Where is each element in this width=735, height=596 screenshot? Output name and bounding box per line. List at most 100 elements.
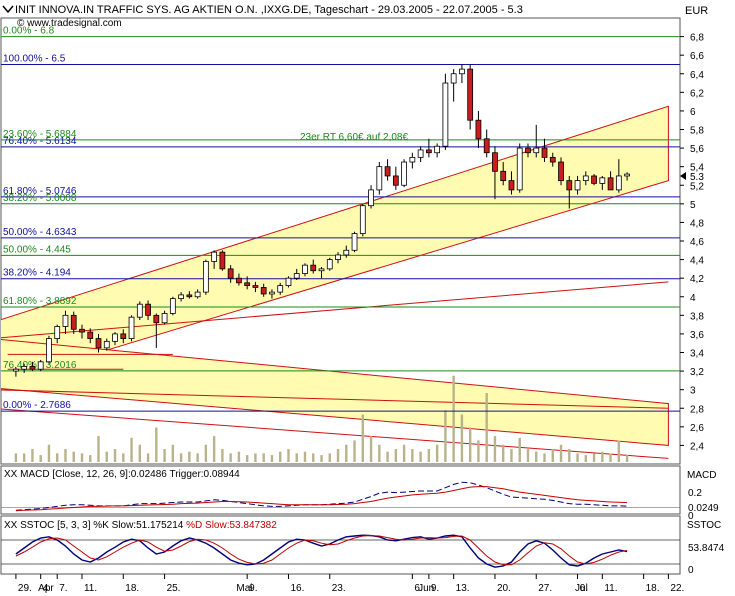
candle (161, 313, 168, 324)
y-tick-label: 5,8 (690, 126, 704, 137)
candle (37, 361, 44, 370)
macd-tick-02: 0.2 (688, 488, 702, 499)
candle (112, 333, 118, 342)
volume-bar (196, 453, 199, 462)
volume-bar (72, 451, 75, 462)
y-tick-label: 6 (690, 107, 696, 118)
y-tick-label: 2,4 (690, 441, 704, 452)
volume-bar (237, 451, 241, 462)
x-tick-label: 20. (497, 583, 511, 594)
candle (591, 175, 597, 184)
volume-bar (39, 455, 42, 462)
volume-bar (155, 427, 158, 462)
volume-bar (113, 449, 117, 462)
volume-bar (97, 436, 100, 462)
volume-bar (22, 453, 26, 462)
candle (244, 282, 251, 286)
fib-label: 76.40% - 5.6134 (3, 136, 77, 147)
volume-bar (369, 436, 373, 462)
last-price-marker (680, 171, 686, 180)
volume-bar (576, 453, 579, 462)
candle (62, 314, 69, 327)
volume-bar (221, 449, 224, 462)
candle (401, 161, 407, 186)
volume-bar (411, 449, 414, 462)
candle (533, 147, 540, 154)
volume-bar (551, 449, 554, 462)
candle (211, 251, 218, 262)
volume-bar (435, 444, 439, 462)
volume-bar (386, 451, 389, 462)
fib-label: 100.00% - 6.5 (3, 53, 66, 64)
volume-bar (568, 449, 571, 462)
candle (269, 291, 275, 295)
chevron-down-icon[interactable] (2, 5, 14, 14)
volume-bar (245, 455, 249, 462)
candle (359, 205, 366, 234)
volume-bar (262, 453, 265, 462)
candle (442, 82, 449, 147)
stoch-legend: XX SSTOC [5, 3, 3] %K Slow:51.175214 %D … (4, 520, 277, 531)
volume-bar (122, 453, 125, 462)
x-month-label: Jul (575, 583, 588, 594)
y-tick-label: 4,2 (690, 274, 704, 285)
x-tick-label: 11. (604, 583, 617, 594)
volume-bar (543, 453, 546, 462)
fib-label: 50.00% - 4.6343 (3, 227, 77, 238)
candle (326, 259, 333, 270)
candle (21, 366, 28, 370)
macd-value-label: 0.0249 (688, 503, 719, 514)
candle (384, 166, 391, 177)
candle (29, 366, 36, 370)
volume-bar (328, 453, 331, 462)
volume-bar (502, 444, 505, 462)
candle (467, 68, 474, 121)
stoch-value-label: 53.8474 (688, 543, 725, 554)
candle (450, 73, 457, 84)
volume-bar (270, 455, 274, 462)
candle (285, 277, 292, 286)
x-month-label: Mai (236, 583, 252, 594)
candle (260, 287, 267, 295)
volume-bar (89, 455, 92, 462)
candle (95, 338, 102, 349)
y-tick-label: 6,4 (690, 70, 704, 81)
volume-bar (526, 449, 530, 462)
volume-bar (584, 455, 587, 462)
x-tick-label: 29. (18, 583, 32, 594)
y-tick-label: 4 (690, 293, 696, 304)
candle (351, 233, 358, 251)
y-tick-label: 6,2 (690, 88, 704, 99)
fib-label: 38.20% - 5.0008 (3, 193, 77, 204)
candle (236, 277, 242, 284)
candle (459, 68, 465, 75)
candle (202, 261, 209, 293)
y-tick-label: 3,6 (690, 330, 704, 341)
breakout-annotation: 23er RT 6,60€ auf 2,08€ (300, 132, 408, 143)
candle (574, 180, 581, 191)
candle (54, 326, 61, 339)
volume-bar (535, 451, 538, 462)
candle (417, 149, 424, 158)
candle (79, 328, 85, 333)
candle (103, 340, 110, 349)
x-tick-label: 27. (538, 583, 552, 594)
currency-label: EUR (685, 5, 708, 17)
candle (70, 314, 77, 330)
last-price-label: 5.3 (690, 172, 704, 183)
candle (368, 189, 374, 207)
stoch-title: SSTOC (687, 520, 721, 531)
candle (178, 294, 184, 300)
volume-bar (609, 453, 612, 462)
candle (508, 180, 515, 191)
x-tick-label: 25. (167, 583, 181, 594)
y-tick-label: 3 (690, 386, 696, 397)
volume-bar (229, 453, 232, 462)
volume-bar (295, 453, 298, 462)
fib-label: 0.00% - 2.7686 (3, 400, 71, 411)
candle (624, 173, 630, 177)
candle (566, 180, 573, 191)
source-credit: © www.tradesignal.com (17, 18, 122, 29)
volume-bar (427, 449, 431, 462)
y-tick-label: 5 (690, 200, 696, 211)
